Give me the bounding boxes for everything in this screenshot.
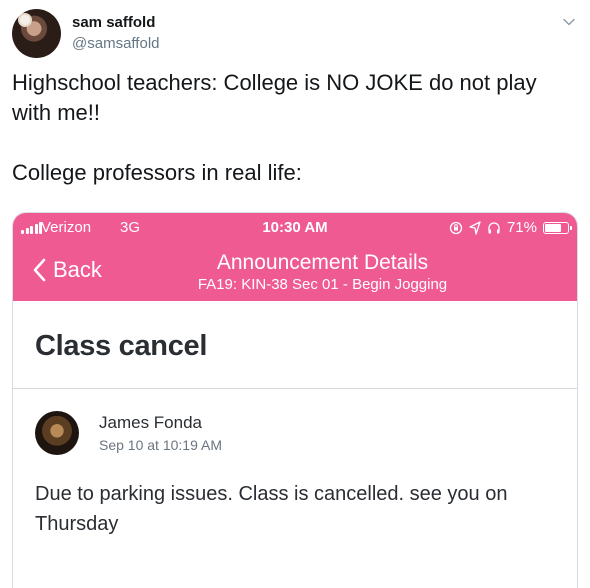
headphones-icon xyxy=(488,221,500,233)
user-handle[interactable]: @samsaffold xyxy=(72,35,160,52)
app-header: Verizon 3G 10:30 AM 71% Back Announcemen… xyxy=(13,213,577,301)
announcement-title: Class cancel xyxy=(35,330,208,362)
battery-fill xyxy=(545,223,561,232)
nav-title: Announcement Details xyxy=(13,251,577,275)
chevron-down-icon[interactable] xyxy=(562,15,576,29)
announcement-body: Due to parking issues. Class is cancelle… xyxy=(35,483,508,535)
tweet-text-line: Highschool teachers: College is NO JOKE … xyxy=(12,70,537,125)
author-name[interactable]: James Fonda xyxy=(99,413,202,433)
battery-percent: 71% xyxy=(506,219,537,236)
status-bar: Verizon 3G 10:30 AM 71% xyxy=(13,219,577,239)
nav-subtitle-text: FA19: KIN-38 Sec 01 - Begin Jogging xyxy=(197,276,448,293)
tweet-header: sam saffold @samsaffold xyxy=(12,9,578,59)
battery-icon xyxy=(543,221,572,234)
rotation-lock-icon xyxy=(449,221,463,234)
author-avatar[interactable] xyxy=(35,411,79,455)
nav-title-text: Announcement Details xyxy=(216,251,429,274)
tweet-text-line: College professors in real life: xyxy=(12,160,302,185)
display-name[interactable]: sam saffold xyxy=(72,14,155,31)
divider xyxy=(13,388,577,389)
screenshot-image[interactable]: Verizon 3G 10:30 AM 71% Back Announcemen… xyxy=(12,212,578,588)
flower-decoration xyxy=(20,15,30,25)
post-date: Sep 10 at 10:19 AM xyxy=(99,437,222,453)
nav-subtitle: FA19: KIN-38 Sec 01 - Begin Jogging xyxy=(13,276,577,293)
location-arrow-icon xyxy=(469,220,481,235)
tweet-text: Highschool teachers: College is NO JOKE … xyxy=(12,68,572,188)
status-icons: 71% xyxy=(449,219,572,236)
avatar[interactable] xyxy=(12,9,61,58)
